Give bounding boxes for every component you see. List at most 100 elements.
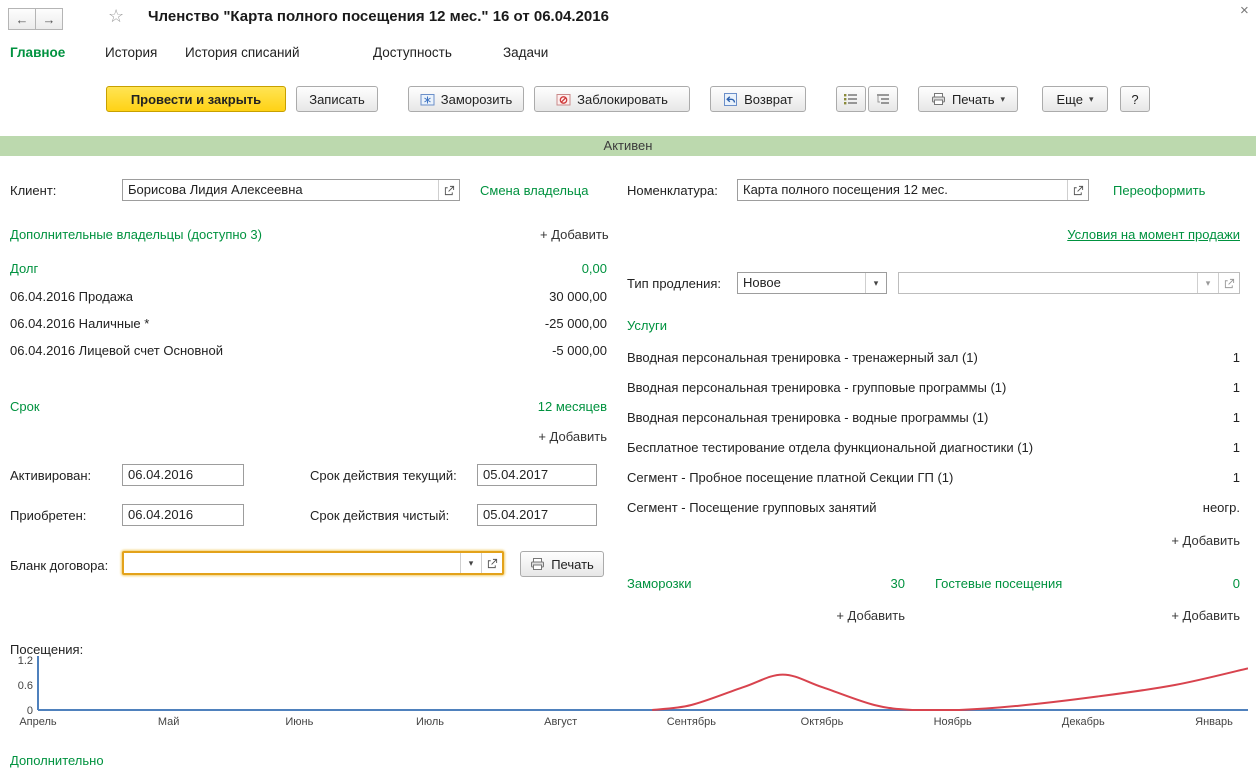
chevron-down-icon: ▾ (1089, 94, 1094, 105)
svg-text:Ноябрь: Ноябрь (934, 716, 972, 728)
open-icon[interactable] (481, 553, 502, 573)
freeze-button[interactable]: Заморозить (408, 86, 524, 112)
block-icon (556, 92, 571, 107)
contract-print-button[interactable]: Печать (520, 551, 604, 577)
favorite-star-icon[interactable]: ☆ (108, 6, 124, 27)
activated-field[interactable]: 06.04.2016 (122, 464, 244, 486)
status-text: Активен (604, 138, 653, 153)
refund-button[interactable]: Возврат (710, 86, 806, 112)
valid-net-field[interactable]: 05.04.2017 (477, 504, 597, 526)
list-view-button[interactable] (836, 86, 866, 112)
activated-label: Активирован: (10, 468, 91, 483)
client-field[interactable]: Борисова Лидия Алексеевна (122, 179, 460, 201)
tree-view-button[interactable] (868, 86, 898, 112)
open-icon[interactable] (1067, 180, 1088, 200)
add-freeze-link[interactable]: + Добавить (836, 608, 905, 623)
svg-text:Август: Август (544, 716, 577, 728)
service-name: Вводная персональная тренировка - водные… (627, 410, 988, 425)
term-title[interactable]: Срок (10, 399, 40, 414)
debt-total: 0,00 (582, 261, 607, 276)
tab-glavnoe[interactable]: Главное (10, 45, 65, 60)
back-icon: ← (16, 12, 29, 27)
open-icon[interactable] (438, 180, 459, 200)
additional-link[interactable]: Дополнительно (10, 753, 104, 768)
valid-current-label: Срок действия текущий: (310, 468, 457, 483)
valid-current-field[interactable]: 05.04.2017 (477, 464, 597, 486)
block-button[interactable]: Заблокировать (534, 86, 690, 112)
open-icon[interactable] (1218, 273, 1239, 293)
help-button[interactable]: ? (1120, 86, 1150, 112)
renewal-secondary-value (899, 273, 1197, 293)
back-button[interactable]: ← (8, 8, 36, 30)
membership-card-window: ← → ☆ Членство "Карта полного посещения … (0, 0, 1256, 780)
renewal-secondary-combobox[interactable]: ▾ (898, 272, 1240, 294)
svg-text:Сентябрь: Сентябрь (667, 716, 717, 728)
tab-istoriya[interactable]: История (105, 45, 157, 60)
debt-row-amount: -25 000,00 (545, 316, 607, 331)
guest-visits-title[interactable]: Гостевые посещения (935, 576, 1062, 591)
renewal-type-label: Тип продления: (627, 276, 721, 291)
service-row[interactable]: Вводная персональная тренировка - группо… (627, 380, 1240, 395)
reissue-link[interactable]: Переоформить (1113, 183, 1205, 198)
add-guest-visit-link[interactable]: + Добавить (1171, 608, 1240, 623)
add-term-link[interactable]: + Добавить (538, 429, 607, 444)
service-name: Сегмент - Пробное посещение платной Секц… (627, 470, 953, 485)
print-menu-button[interactable]: Печать ▾ (918, 86, 1018, 112)
debt-row[interactable]: 06.04.2016 Наличные * -25 000,00 (10, 316, 607, 331)
freezes-title[interactable]: Заморозки (627, 576, 691, 591)
tab-zadachi[interactable]: Задачи (503, 45, 548, 60)
service-row[interactable]: Вводная персональная тренировка - тренаж… (627, 350, 1240, 365)
service-row[interactable]: Сегмент - Посещение групповых занятий не… (627, 500, 1240, 515)
svg-text:Декабрь: Декабрь (1062, 716, 1105, 728)
service-row[interactable]: Вводная персональная тренировка - водные… (627, 410, 1240, 425)
service-name: Вводная персональная тренировка - тренаж… (627, 350, 978, 365)
change-owner-link[interactable]: Смена владельца (480, 183, 588, 198)
chevron-down-icon[interactable]: ▾ (1197, 273, 1218, 293)
tab-dostupnost[interactable]: Доступность (373, 45, 452, 60)
debt-row[interactable]: 06.04.2016 Лицевой счет Основной -5 000,… (10, 343, 607, 358)
service-qty: 1 (1233, 350, 1240, 365)
service-row[interactable]: Бесплатное тестирование отдела функциона… (627, 440, 1240, 455)
purchased-label: Приобретен: (10, 508, 86, 523)
renewal-type-combobox[interactable]: Новое ▾ (737, 272, 887, 294)
close-icon[interactable]: × (1240, 2, 1249, 19)
service-qty: 1 (1233, 440, 1240, 455)
chevron-down-icon[interactable]: ▾ (460, 553, 481, 573)
additional-owners-link[interactable]: Дополнительные владельцы (доступно 3) (10, 227, 262, 242)
forward-button[interactable]: → (35, 8, 63, 30)
forward-icon: → (43, 12, 56, 27)
service-row[interactable]: Сегмент - Пробное посещение платной Секц… (627, 470, 1240, 485)
svg-text:Октябрь: Октябрь (801, 716, 844, 728)
debt-row[interactable]: 06.04.2016 Продажа 30 000,00 (10, 289, 607, 304)
service-name: Сегмент - Посещение групповых занятий (627, 500, 876, 515)
nomenclature-field[interactable]: Карта полного посещения 12 мес. (737, 179, 1089, 201)
contract-form-label: Бланк договора: (10, 558, 108, 573)
service-name: Бесплатное тестирование отдела функциона… (627, 440, 1033, 455)
nomenclature-label: Номенклатура: (627, 183, 718, 198)
services-title[interactable]: Услуги (627, 318, 667, 333)
valid-net-label: Срок действия чистый: (310, 508, 449, 523)
service-qty: неогр. (1203, 500, 1240, 515)
svg-text:Апрель: Апрель (19, 716, 57, 728)
debt-row-name: 06.04.2016 Продажа (10, 289, 133, 304)
add-service-link[interactable]: + Добавить (1171, 533, 1240, 548)
add-owner-link[interactable]: + Добавить (540, 227, 609, 242)
svg-text:0.6: 0.6 (18, 680, 33, 692)
svg-text:Январь: Январь (1195, 716, 1233, 728)
chevron-down-icon[interactable]: ▾ (865, 273, 886, 293)
tree-icon (875, 92, 891, 106)
nomenclature-value: Карта полного посещения 12 мес. (738, 180, 1067, 200)
svg-text:1.2: 1.2 (18, 655, 33, 667)
debt-title[interactable]: Долг (10, 261, 38, 276)
chevron-down-icon: ▾ (1001, 94, 1006, 105)
list-icon (843, 92, 859, 106)
post-and-close-button[interactable]: Провести и закрыть (106, 86, 286, 112)
contract-form-combobox[interactable]: ▾ (122, 551, 504, 575)
purchased-field[interactable]: 06.04.2016 (122, 504, 244, 526)
tab-istoriya-spisaniy[interactable]: История списаний (185, 45, 300, 60)
sale-terms-link[interactable]: Условия на момент продажи (1067, 227, 1240, 242)
svg-text:Июль: Июль (416, 716, 444, 728)
save-button[interactable]: Записать (296, 86, 378, 112)
more-button[interactable]: Еще ▾ (1042, 86, 1108, 112)
refund-icon (723, 92, 738, 107)
